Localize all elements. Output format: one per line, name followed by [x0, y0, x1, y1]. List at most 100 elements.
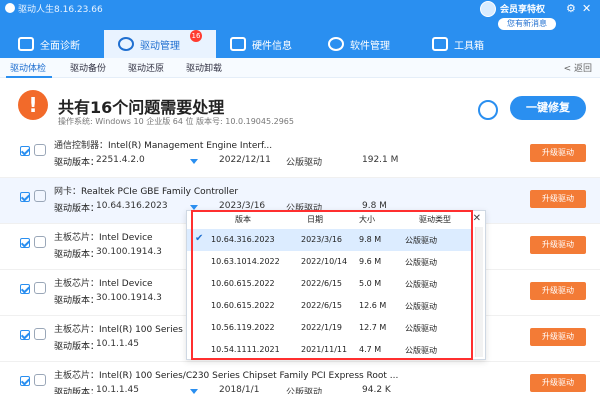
dropdown-date: 2022/6/15: [301, 301, 343, 310]
device-name: 通信控制器：Intel(R) Management Engine Interf.…: [54, 141, 273, 151]
device-gear-icon: [34, 236, 46, 248]
upgrade-driver-button[interactable]: 升级驱动: [530, 282, 586, 300]
tab-hardware-info[interactable]: 硬件信息: [220, 30, 312, 58]
back-button[interactable]: < 返回: [564, 61, 592, 74]
version-label: 驱动版本：: [54, 342, 100, 352]
refresh-icon[interactable]: [478, 100, 498, 120]
device-name: 网卡：Realtek PCIe GBE Family Controller: [54, 187, 239, 197]
notification-badge: 16: [190, 30, 202, 42]
one-click-fix-button[interactable]: 一键修复: [510, 96, 586, 120]
dropdown-size: 12.6 M: [359, 301, 387, 310]
dropdown-size: 5.0 M: [359, 279, 382, 288]
new-message-badge[interactable]: 您有新消息: [498, 18, 556, 30]
settings-icon[interactable]: ⚙: [566, 2, 576, 15]
version-dropdown-icon[interactable]: [190, 159, 198, 164]
avatar[interactable]: [480, 1, 496, 17]
device-gear-icon: [34, 374, 46, 386]
upgrade-driver-button[interactable]: 升级驱动: [530, 190, 586, 208]
upgrade-driver-button[interactable]: 升级驱动: [530, 374, 586, 392]
version-dropdown[interactable]: ✕ 版本 日期 大小 驱动类型 ✔ 10.64.316.2023 2023/3/…: [186, 210, 486, 360]
gear-icon: [118, 37, 134, 51]
device-name: 主板芯片：Intel(R) 100 Series: [54, 325, 183, 335]
dropdown-version: 10.60.615.2022: [211, 279, 275, 288]
dropdown-item[interactable]: 10.60.615.2022 2022/6/15 5.0 M 公版驱动: [187, 273, 473, 295]
subnav-driver-restore[interactable]: 驱动还原: [128, 61, 164, 74]
row-checkbox[interactable]: [20, 330, 30, 340]
warning-icon: !: [18, 90, 48, 120]
header-version: 版本: [235, 215, 251, 224]
upgrade-driver-button[interactable]: 升级驱动: [530, 144, 586, 162]
subnav-driver-uninstall[interactable]: 驱动卸载: [186, 61, 222, 74]
driver-type: 公版驱动: [286, 158, 323, 168]
row-checkbox[interactable]: [20, 238, 30, 248]
dropdown-version: 10.60.615.2022: [211, 301, 275, 310]
vip-area[interactable]: 会员享特权 您有新消息: [480, 0, 558, 30]
driver-version: 30.100.1914.3: [96, 247, 162, 257]
dropdown-item[interactable]: 10.56.119.2022 2022/1/19 12.7 M 公版驱动: [187, 317, 473, 339]
dropdown-item[interactable]: ✔ 10.64.316.2023 2023/3/16 9.8 M 公版驱动: [187, 229, 473, 251]
subnav-driver-check[interactable]: 驱动体检: [10, 61, 46, 74]
close-icon[interactable]: ✕: [473, 213, 481, 224]
dropdown-type: 公版驱动: [405, 236, 437, 245]
tab-label: 全面诊断: [40, 40, 80, 52]
dropdown-size: 9.8 M: [359, 235, 382, 244]
dropdown-type: 公版驱动: [405, 324, 437, 333]
tab-label: 工具箱: [454, 40, 484, 52]
driver-date: 2022/12/11: [219, 155, 271, 165]
check-icon: ✔: [195, 233, 204, 244]
network-icon: [34, 190, 46, 202]
rocket-icon: [230, 37, 246, 51]
row-checkbox[interactable]: [20, 284, 30, 294]
dropdown-size: 9.6 M: [359, 257, 382, 266]
driver-version: 30.100.1914.3: [96, 293, 162, 303]
list-item: 通信控制器：Intel(R) Management Engine Interf.…: [0, 132, 600, 178]
dropdown-scrollbar[interactable]: [475, 227, 483, 357]
close-window-button[interactable]: ✕: [582, 2, 591, 15]
tab-driver-management[interactable]: 驱动管理 16: [104, 30, 216, 58]
dropdown-size: 12.7 M: [359, 323, 387, 332]
dropdown-type: 公版驱动: [405, 280, 437, 289]
vip-label[interactable]: 会员享特权: [500, 2, 545, 15]
dropdown-type: 公版驱动: [405, 258, 437, 267]
version-dropdown-icon[interactable]: [190, 389, 198, 394]
row-checkbox[interactable]: [20, 146, 30, 156]
dropdown-type: 公版驱动: [405, 302, 437, 311]
tab-full-diagnosis[interactable]: 全面诊断: [8, 30, 100, 58]
window-title: 驱动人生8.16.23.66: [18, 5, 103, 15]
driver-version: 2251.4.2.0: [96, 155, 145, 165]
header-type: 驱动类型: [419, 215, 451, 224]
system-info: 操作系统: Windows 10 企业版 64 位 版本号: 10.0.1904…: [58, 117, 294, 126]
page-title: 共有16个问题需要处理: [58, 98, 225, 117]
tab-label: 驱动管理: [140, 40, 180, 52]
driver-version: 10.64.316.2023: [96, 201, 168, 211]
dropdown-size: 4.7 M: [359, 345, 382, 354]
device-gear-icon: [34, 282, 46, 294]
dropdown-date: 2022/10/14: [301, 257, 348, 266]
subnav-driver-backup[interactable]: 驱动备份: [70, 61, 106, 74]
upgrade-driver-button[interactable]: 升级驱动: [530, 328, 586, 346]
device-name: 主板芯片：Intel Device: [54, 279, 153, 289]
driver-size: 94.2 K: [362, 385, 391, 394]
upgrade-driver-button[interactable]: 升级驱动: [530, 236, 586, 254]
tab-label: 软件管理: [350, 40, 390, 52]
device-name: 主板芯片：Intel(R) 100 Series/C230 Series Chi…: [54, 371, 399, 381]
row-checkbox[interactable]: [20, 192, 30, 202]
version-label: 驱动版本：: [54, 296, 100, 306]
tab-label: 硬件信息: [252, 40, 292, 52]
device-name: 主板芯片：Intel Device: [54, 233, 153, 243]
tab-software-management[interactable]: 软件管理: [318, 30, 410, 58]
dropdown-version: 10.63.1014.2022: [211, 257, 280, 266]
tab-toolbox[interactable]: 工具箱: [422, 30, 514, 58]
dropdown-date: 2023/3/16: [301, 235, 343, 244]
row-checkbox[interactable]: [20, 376, 30, 386]
device-gear-icon: [34, 144, 46, 156]
cluster-icon: [328, 37, 344, 51]
dropdown-item[interactable]: 10.60.615.2022 2022/6/15 12.6 M 公版驱动: [187, 295, 473, 317]
header-date: 日期: [307, 215, 323, 224]
dropdown-item[interactable]: 10.54.1111.2021 2021/11/11 4.7 M 公版驱动: [187, 339, 473, 361]
dropdown-item[interactable]: 10.63.1014.2022 2022/10/14 9.6 M 公版驱动: [187, 251, 473, 273]
dropdown-date: 2022/6/15: [301, 279, 343, 288]
app-header: 驱动人生8.16.23.66 会员享特权 您有新消息 ⚙ ✕ 全面诊断 驱动管理…: [0, 0, 600, 58]
dropdown-type: 公版驱动: [405, 346, 437, 355]
driver-date: 2018/1/1: [219, 385, 260, 394]
